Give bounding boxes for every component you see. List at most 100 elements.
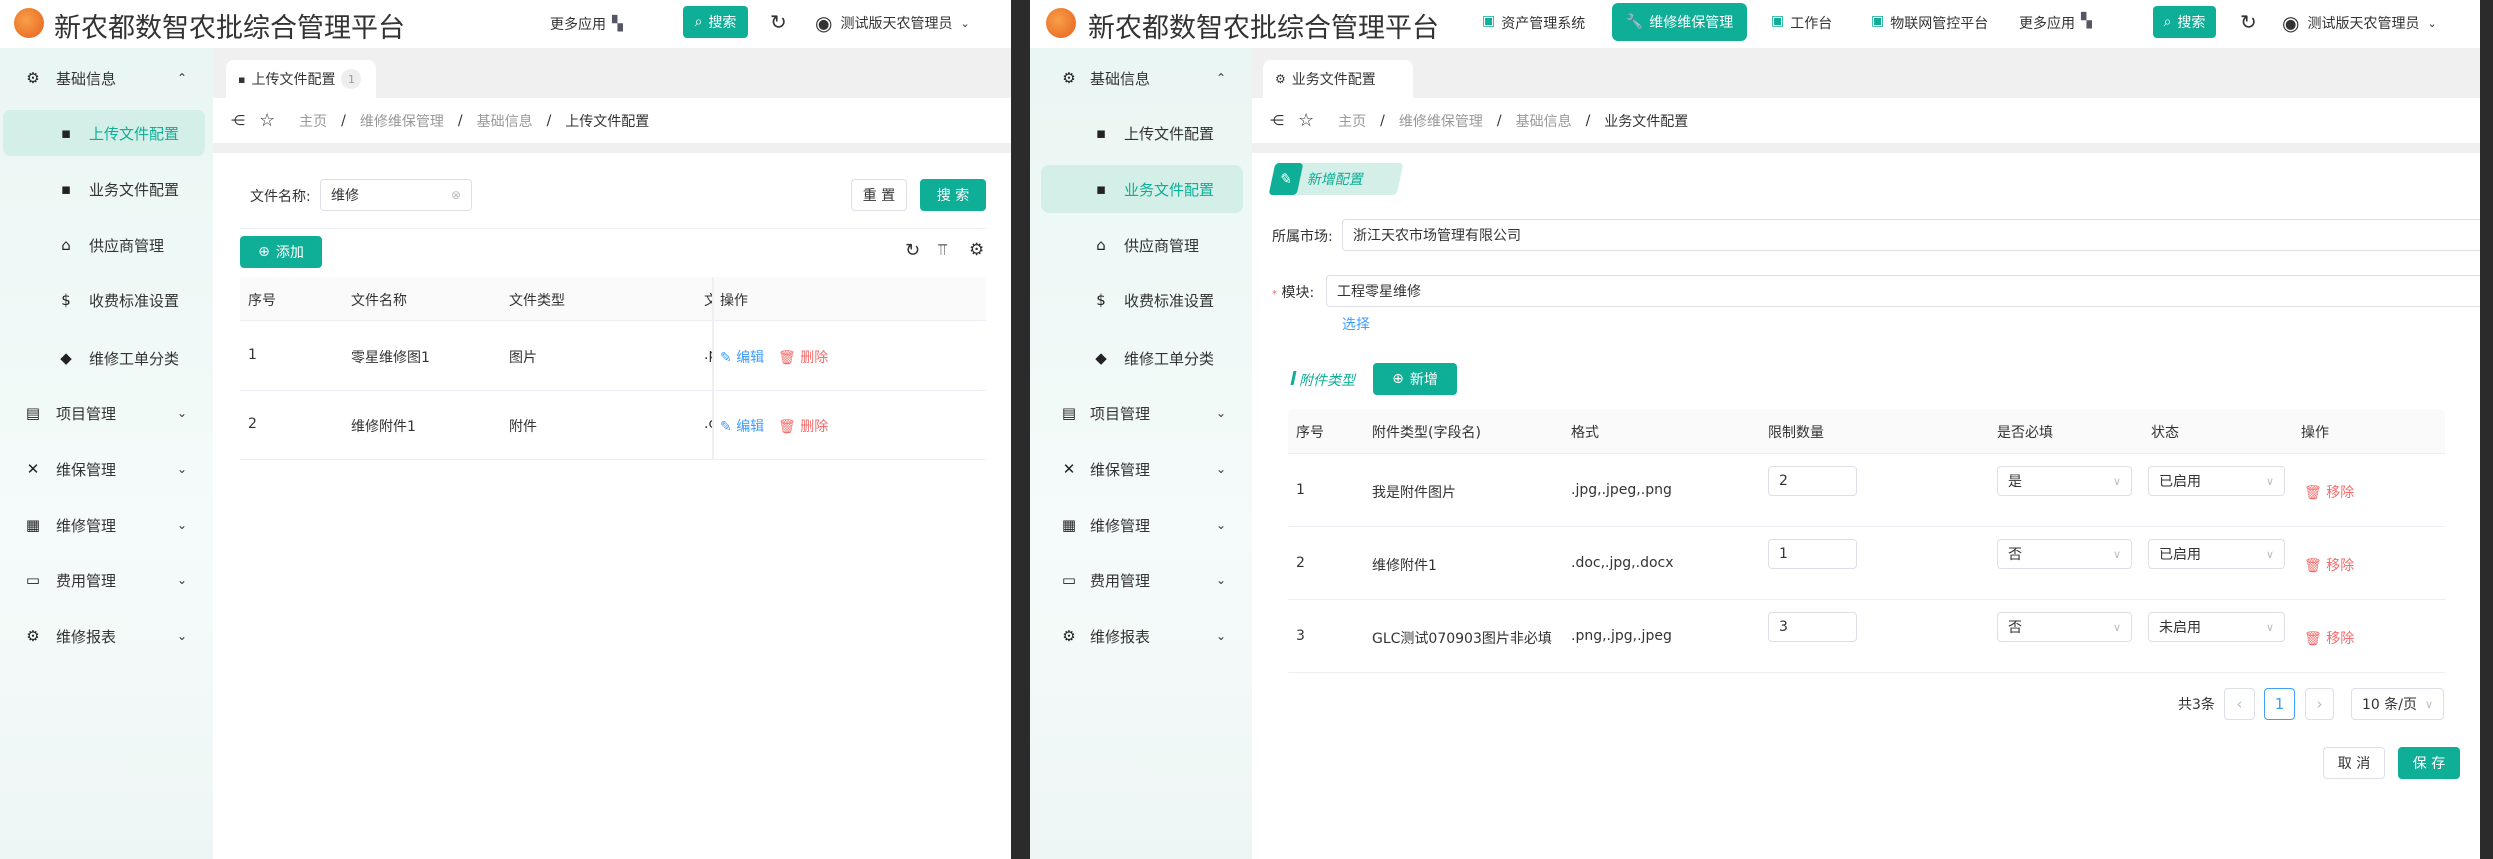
refresh-icon[interactable]: ↻ [770, 10, 787, 34]
sidebar-group-repair[interactable]: ▦ 维修管理 ⌄ [1030, 500, 1252, 550]
module-input[interactable]: 工程零星维修 [1326, 275, 2480, 307]
required-select[interactable]: 是 ∨ [1997, 466, 2132, 496]
cell-no: 3 [1296, 628, 1305, 644]
edit-link[interactable]: ✎ 编辑 [720, 347, 764, 367]
sidebar-item-upload-config[interactable]: ▪ 上传文件配置 [3, 110, 205, 156]
sidebar-group-cost[interactable]: ▭ 费用管理 ⌄ [0, 555, 213, 605]
required-select[interactable]: 否 ∨ [1997, 539, 2132, 569]
status-select[interactable]: 未启用 ∨ [2148, 612, 2285, 642]
select-link[interactable]: 选择 [1342, 314, 1370, 334]
nav-maintenance[interactable]: 🔧 维修维保管理 [1612, 3, 1747, 41]
remove-link[interactable]: 🗑 移除 [2304, 555, 2354, 575]
search-button[interactable]: 搜 索 [920, 179, 986, 211]
divider [240, 228, 986, 229]
sidebar-item-supplier[interactable]: ⌂ 供应商管理 [0, 220, 213, 270]
star-icon[interactable]: ☆ [1298, 110, 1314, 131]
sidebar-item-fee[interactable]: $ 收费标准设置 [0, 275, 213, 325]
tag-icon: ◆ [60, 349, 72, 367]
tab-upload-config[interactable]: ▪ 上传文件配置 1 [226, 60, 376, 98]
user-menu[interactable]: ◉ 测试版天农管理员 ⌄ [815, 11, 970, 35]
file-name-input[interactable]: 维修 ⊗ [320, 179, 472, 211]
sidebar-item-order-category[interactable]: ◆ 维修工单分类 [0, 333, 213, 383]
nav-iot[interactable]: ▣ 物联网管控平台 [1871, 13, 1988, 33]
sidebar-item-order-category[interactable]: ◆ 维修工单分类 [1030, 333, 1252, 383]
cell-format: .jpg,.jpeg,.png [1571, 482, 1672, 498]
nav-asset[interactable]: ▣ 资产管理系统 [1482, 13, 1585, 33]
settings-icon[interactable]: ⚙ [969, 240, 984, 260]
gear-icon: ⚙ [1062, 627, 1076, 645]
cancel-button[interactable]: 取 消 [2323, 747, 2385, 779]
add-button[interactable]: ⊕ 添加 [240, 236, 322, 268]
sidebar-group-basic[interactable]: ⚙ 基础信息 ⌃ [1030, 53, 1252, 103]
more-apps[interactable]: 更多应用 ▚ [2019, 13, 2092, 33]
sidebar-group-cost[interactable]: ▭ 费用管理 ⌄ [1030, 555, 1252, 605]
sidebar-item-supplier[interactable]: ⌂ 供应商管理 [1030, 220, 1252, 270]
chevron-down-icon: ∨ [2112, 474, 2121, 488]
col-limit: 限制数量 [1768, 425, 1824, 441]
prev-page-button[interactable]: ‹ [2224, 688, 2255, 720]
refresh-icon[interactable]: ↻ [2240, 10, 2257, 34]
sidebar-group-project[interactable]: ▤ 项目管理 ⌄ [0, 388, 213, 438]
star-icon[interactable]: ☆ [259, 110, 275, 131]
sidebar-group-maintenance[interactable]: ✕ 维保管理 ⌄ [0, 444, 213, 494]
label: 上传文件配置 [1124, 124, 1215, 143]
col-actions: 操作 [2301, 425, 2329, 441]
limit-input[interactable]: 3 [1768, 612, 1857, 642]
sidebar-item-fee[interactable]: $ 收费标准设置 [1030, 275, 1252, 325]
crumb-current: 业务文件配置 [1604, 113, 1689, 130]
crumb[interactable]: 维修维保管理 [360, 111, 444, 131]
save-button[interactable]: 保 存 [2398, 747, 2460, 779]
crumb-home[interactable]: 主页 [1338, 111, 1366, 131]
crumb[interactable]: 基础信息 [1516, 111, 1572, 131]
add-attachment-button[interactable]: ⊕ 新增 [1373, 363, 1457, 395]
refresh-table-icon[interactable]: ↻ [905, 240, 920, 261]
limit-input[interactable]: 1 [1768, 539, 1857, 569]
column-height-icon[interactable]: ⫪ [938, 240, 947, 260]
sidebar-group-report[interactable]: ⚙ 维修报表 ⌄ [0, 611, 213, 661]
required-select[interactable]: 否 ∨ [1997, 612, 2132, 642]
label: 项目管理 [56, 404, 117, 423]
status-select[interactable]: 已启用 ∨ [2148, 466, 2285, 496]
sidebar-group-maintenance[interactable]: ✕ 维保管理 ⌄ [1030, 444, 1252, 494]
page-size-select[interactable]: 10 条/页 ∨ [2351, 688, 2444, 720]
label: 维修维保管理 [1649, 15, 1734, 31]
reset-button[interactable]: 重 置 [851, 179, 907, 211]
collapse-menu-icon[interactable]: ⋲ [1270, 113, 1284, 129]
user-name: 测试版天农管理员 [840, 16, 953, 32]
user-menu[interactable]: ◉ 测试版天农管理员 ⌄ [2282, 11, 2437, 35]
label: 收费标准设置 [1124, 291, 1215, 310]
next-page-button[interactable]: › [2305, 688, 2334, 720]
clipboard-icon: ▤ [1061, 404, 1077, 422]
delete-link[interactable]: 🗑 删除 [778, 347, 828, 367]
input-value: 维修 [331, 188, 359, 204]
delete-link[interactable]: 🗑 删除 [778, 416, 828, 436]
sidebar-group-project[interactable]: ▤ 项目管理 ⌄ [1030, 388, 1252, 438]
status-select[interactable]: 已启用 ∨ [2148, 539, 2285, 569]
header-search-button[interactable]: ⌕ 搜索 [683, 6, 748, 38]
collapse-menu-icon[interactable]: ⋲ [231, 113, 245, 129]
limit-input[interactable]: 2 [1768, 466, 1857, 496]
clear-icon[interactable]: ⊗ [451, 188, 461, 202]
more-apps[interactable]: 更多应用 ▚ [550, 14, 623, 34]
crumb-home[interactable]: 主页 [299, 111, 327, 131]
sidebar-item-business-config[interactable]: ▪ 业务文件配置 [0, 164, 213, 214]
sidebar-group-basic[interactable]: ⚙ 基础信息 ⌃ [0, 53, 213, 103]
sidebar-item-business-config[interactable]: ▪ 业务文件配置 [1041, 165, 1243, 213]
header-search-button[interactable]: ⌕ 搜索 [2153, 6, 2216, 38]
edit-link[interactable]: ✎ 编辑 [720, 416, 764, 436]
sidebar-item-upload-config[interactable]: ▪ 上传文件配置 [1030, 108, 1252, 158]
sidebar-group-report[interactable]: ⚙ 维修报表 ⌄ [1030, 611, 1252, 661]
market-select[interactable]: 浙江天农市场管理有限公司∨ [1342, 219, 2480, 251]
tools-icon: ✕ [1062, 460, 1076, 478]
label: 添加 [275, 245, 304, 261]
label: 移除 [2326, 631, 2355, 647]
tab-business-config[interactable]: ⚙ 业务文件配置 [1263, 60, 1413, 98]
label: 删除 [800, 419, 829, 435]
page-1-button[interactable]: 1 [2264, 688, 2295, 720]
remove-link[interactable]: 🗑 移除 [2304, 628, 2354, 648]
nav-workbench[interactable]: ▣ 工作台 [1771, 13, 1832, 33]
crumb[interactable]: 基础信息 [477, 111, 533, 131]
crumb[interactable]: 维修维保管理 [1399, 111, 1483, 131]
remove-link[interactable]: 🗑 移除 [2304, 482, 2354, 502]
sidebar-group-repair[interactable]: ▦ 维修管理 ⌄ [0, 500, 213, 550]
